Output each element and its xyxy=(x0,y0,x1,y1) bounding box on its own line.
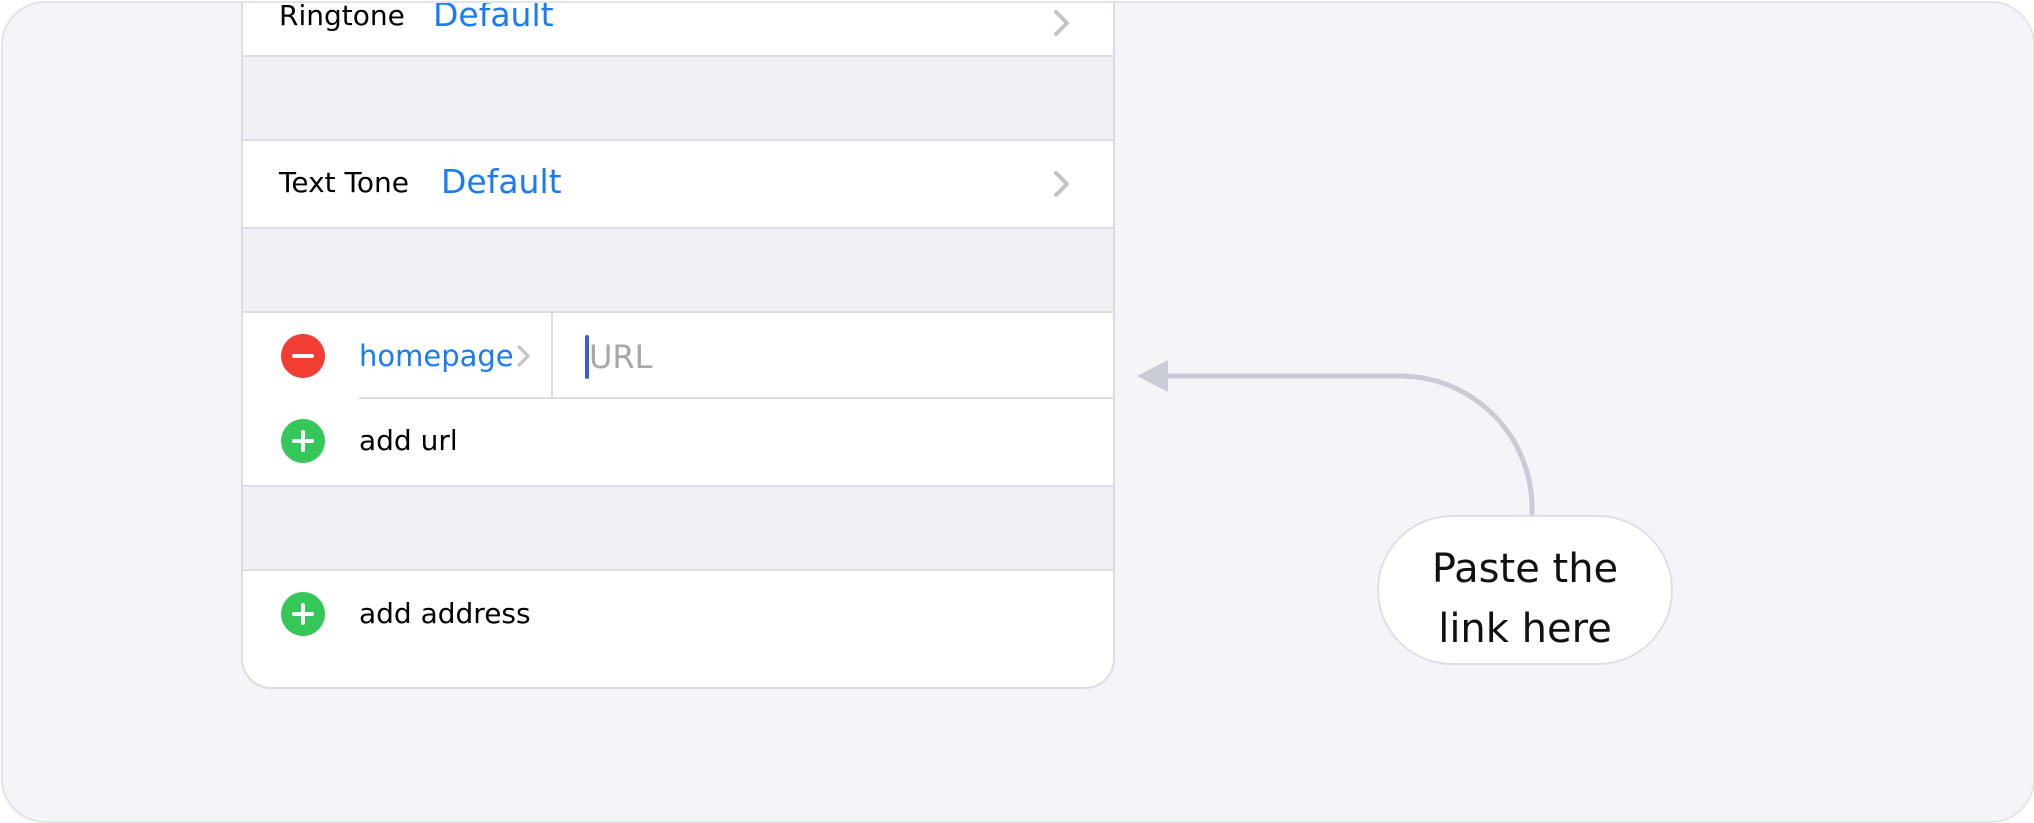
callout-line-1: Paste the xyxy=(1431,546,1619,592)
callout-text: Paste the link here xyxy=(1379,539,1671,659)
callout-connector xyxy=(1137,360,1535,515)
connector-line xyxy=(1163,373,1535,515)
callout-line-2: link here xyxy=(1438,606,1612,652)
callout-bubble: Paste the link here xyxy=(1377,515,1673,665)
arrow-left-icon xyxy=(1137,360,1168,392)
screenshot-frame: Ringtone Default Text Tone Default homep… xyxy=(1,1,2034,823)
